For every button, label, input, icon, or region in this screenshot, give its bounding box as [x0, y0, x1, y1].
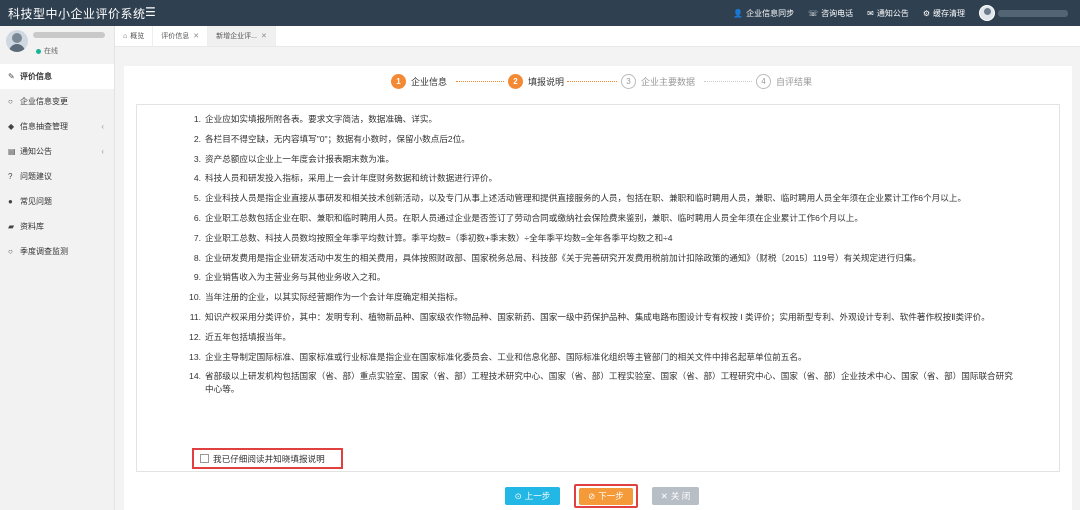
list-item: 8. 企业研发费用是指企业研发活动中发生的相关费用，具体按照财政部、国家税务总局、…	[193, 252, 922, 263]
hotline-link[interactable]: ☏ 咨询电话	[808, 8, 853, 19]
list-item: 13. 企业主导制定国际标准、国家标准或行业标准是指企业在国家标准化委员会、工业和…	[189, 351, 807, 362]
sidebar-item-faq[interactable]: ● 常见问题	[0, 189, 114, 214]
step-company-info: 1 企业信息	[391, 74, 447, 89]
sidebar-item-quarterly-survey[interactable]: ○ 季度调查监测	[0, 239, 114, 264]
sidebar: 在线 ✎ 评价信息 ○ 企业信息变更 ◆ 信息抽查管理 ‹ ▤ 通知公告 ‹ ?…	[0, 26, 115, 510]
sidebar-item-feedback[interactable]: ? 问题建议	[0, 164, 114, 189]
list-item: 12. 近五年包括填报当年。	[189, 331, 291, 342]
top-bar: 科技型中小企业评价系统 ☰ 👤 企业信息同步 ☏ 咨询电话 ✉ 通知公告 ⚙ 缓…	[0, 0, 1080, 26]
bell-icon: ✉	[867, 8, 874, 18]
close-icon: ✕	[660, 490, 668, 501]
list-item: 10. 当年注册的企业，以其实际经营期作为一个会计年度确定相关指标。	[189, 292, 463, 303]
sidebar-item-notices[interactable]: ▤ 通知公告 ‹	[0, 139, 114, 164]
sidebar-item-evaluation[interactable]: ✎ 评价信息	[0, 64, 114, 89]
step-indicator: 1 企业信息 2 填报说明 3 企业主要数据 4 自评结果	[124, 74, 1072, 94]
agree-checkbox[interactable]	[200, 454, 209, 463]
list-item: 6. 企业职工总数包括企业在职、兼职和临时聘用人员。在职人员通过企业是否签订了劳动…	[193, 212, 863, 223]
step-self-result: 4 自评结果	[756, 74, 812, 89]
doc-icon: ▤	[8, 147, 16, 156]
list-item: 11. 知识产权采用分类评价，其中：发明专利、植物新品种、国家级农作物品种、国家新…	[189, 311, 990, 322]
close-icon[interactable]: ✕	[193, 32, 199, 40]
list-item: 4. 科技人员和研发投入指标，采用上一会计年度财务数据和统计数据进行评价。	[193, 173, 498, 184]
online-dot-icon	[36, 48, 41, 54]
profile-name-redacted	[33, 32, 105, 38]
check-circle-icon: ⊘	[588, 490, 596, 501]
step-connector	[456, 81, 504, 82]
list-item: 5. 企业科技人员是指企业直接从事研发和相关技术创新活动，以及专门从事上述活动管理…	[193, 193, 967, 204]
step-connector	[567, 81, 617, 82]
circle-icon: ○	[8, 247, 13, 256]
question-icon: ?	[8, 172, 13, 181]
avatar[interactable]	[6, 30, 28, 52]
edit-icon: ✎	[8, 72, 15, 81]
next-button-highlight: ⊘ 下一步	[574, 484, 638, 508]
instructions-list: 1. 企业应如实填报所附各表。要求文字简洁，数据准确、详实。 2. 各栏目不得空缺，…	[185, 113, 1015, 403]
agree-checkbox-row[interactable]: 我已仔细阅读并知晓填报说明	[192, 448, 343, 469]
chevron-left-icon: ‹	[101, 122, 104, 131]
prev-button[interactable]: ⊙ 上一步	[505, 487, 560, 505]
menu-toggle-icon[interactable]: ☰	[145, 5, 156, 19]
sidebar-item-spot-check[interactable]: ◆ 信息抽查管理 ‹	[0, 114, 114, 139]
step-connector	[704, 81, 752, 82]
cache-clear-link[interactable]: ⚙ 缓存清理	[923, 8, 965, 19]
tag-icon: ◆	[8, 122, 15, 131]
user-icon: 👤	[733, 8, 744, 18]
gear-icon: ⚙	[922, 8, 930, 18]
user-name-redacted	[998, 9, 1068, 17]
avatar	[979, 5, 995, 21]
list-item: 14. 省部级以上研发机构包括国家（省、部）重点实验室、国家（省、部）工程技术研究…	[189, 371, 1013, 395]
circle-icon: ○	[8, 97, 13, 106]
list-item: 9. 企业销售收入为主营业务与其他业务收入之和。	[193, 272, 386, 283]
book-icon: ▰	[8, 222, 15, 231]
tab-new-evaluation[interactable]: 新增企业评... ✕	[208, 26, 276, 46]
chevron-left-icon: ‹	[101, 147, 104, 156]
prev-icon: ⊙	[514, 490, 522, 501]
list-item: 7. 企业职工总数、科技人员数均按照全年季平均数计算。季平均数=（季初数+季末数）…	[193, 232, 673, 243]
main-panel: 1 企业信息 2 填报说明 3 企业主要数据 4 自评结果 1. 企业应如实填报所…	[124, 66, 1072, 510]
close-icon[interactable]: ✕	[261, 32, 267, 40]
list-item: 1. 企业应如实填报所附各表。要求文字简洁，数据准确、详实。	[193, 114, 438, 124]
online-status: 在线	[36, 46, 58, 56]
step-main-data: 3 企业主要数据	[621, 74, 695, 89]
home-icon: ⌂	[123, 32, 128, 40]
sidebar-item-library[interactable]: ▰ 资料库	[0, 214, 114, 239]
next-button[interactable]: ⊘ 下一步	[579, 487, 633, 505]
close-button[interactable]: ✕ 关 闭	[652, 487, 699, 505]
notices-link[interactable]: ✉ 通知公告	[867, 8, 909, 19]
sidebar-item-info-change[interactable]: ○ 企业信息变更	[0, 89, 114, 114]
list-item: 2. 各栏目不得空缺，无内容填写"0"；数据有小数时，保留小数点后2位。	[193, 133, 470, 144]
instructions-panel: 1. 企业应如实填报所附各表。要求文字简洁，数据准确、详实。 2. 各栏目不得空缺，…	[136, 104, 1060, 472]
phone-icon: ☏	[808, 8, 819, 18]
step-instructions: 2 填报说明	[508, 74, 564, 89]
help-icon: ●	[8, 197, 13, 206]
list-item: 3. 资产总额应以企业上一年度会计报表期末数为准。	[193, 153, 395, 164]
user-menu[interactable]	[979, 5, 1068, 21]
tab-bar: ⌂ 概览 评价信息 ✕ 新增企业评... ✕	[115, 26, 1080, 47]
tab-overview[interactable]: ⌂ 概览	[115, 26, 154, 46]
tab-evaluation-info[interactable]: 评价信息 ✕	[153, 26, 209, 46]
sync-company-info-link[interactable]: 👤 企业信息同步	[733, 8, 794, 19]
app-title: 科技型中小企业评价系统	[8, 7, 146, 21]
profile-panel: 在线	[0, 26, 114, 64]
action-buttons: ⊙ 上一步 ⊘ 下一步 ✕ 关 闭	[124, 484, 1072, 508]
